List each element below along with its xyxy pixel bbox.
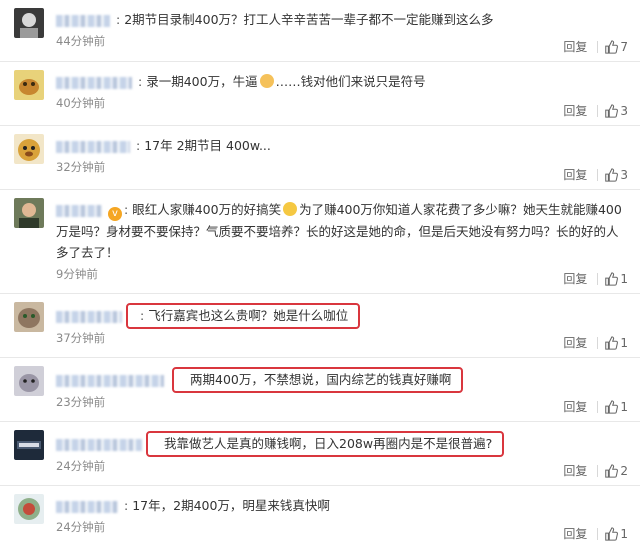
comment-time: 24分钟前 [56,520,106,534]
blurred-username[interactable] [56,438,142,451]
comment-time: 37分钟前 [56,331,106,345]
blurred-username[interactable] [56,76,132,89]
thumbs-up-emoji-icon [259,74,274,88]
divider [597,464,599,477]
reply-button[interactable]: 回复 [563,38,587,55]
reply-button[interactable]: 回复 [563,462,587,479]
comment-time: 40分钟前 [56,96,106,110]
blurred-username[interactable] [56,374,164,387]
divider [597,527,599,540]
comment-time: 23分钟前 [56,395,106,409]
comment-actions: 回复 2 [563,462,628,479]
reply-button[interactable]: 回复 [563,525,587,542]
like-count: 3 [620,103,628,118]
reply-button[interactable]: 回复 [563,102,587,119]
avatar[interactable] [14,134,44,164]
blurred-username[interactable] [56,500,118,513]
highlighted-comment: : 飞行嘉宾也这么贵啊？她是什么咖位 [126,303,361,329]
comment-actions: 回复 3 [563,166,628,183]
thumbs-up-icon[interactable] [604,103,619,118]
divider [597,40,599,53]
comment-item: :17年 2期节目 400w... 32分钟前 回复 3 [0,126,640,190]
comment-actions: 回复 3 [563,102,628,119]
highlighted-comment: 两期400万，不禁想说，国内综艺的钱真好赚啊 [172,367,464,393]
comment-list: :2期节目录制400万？打工人辛辛苦苦一辈子都不一定能赚到这么多 44分钟前 回… [0,0,640,560]
comment-text: 两期400万，不禁想说，国内综艺的钱真好赚啊 [190,372,452,387]
thumbs-up-icon[interactable] [604,335,619,350]
comment-text: ……钱对他们来说只是符号 [275,74,426,89]
comment-actions: 回复 1 [563,270,628,287]
like-count: 1 [620,335,628,350]
thumbs-up-icon[interactable] [604,526,619,541]
comment-actions: 回复 1 [563,334,628,351]
comment-text: 眼红人家赚400万的好搞笑 [132,202,282,217]
comment-item: : 录一期400万，牛逼 ……钱对他们来说只是符号 40分钟前 回复 3 [0,62,640,126]
avatar[interactable] [14,70,44,100]
comment-item: : 飞行嘉宾也这么贵啊？她是什么咖位 37分钟前 回复 1 [0,294,640,358]
divider [597,336,599,349]
blurred-username[interactable] [56,140,130,153]
avatar[interactable] [14,366,44,396]
comment-text: 录一期400万，牛逼 [146,74,258,89]
divider [597,272,599,285]
reply-button[interactable]: 回复 [563,166,587,183]
highlighted-comment: 我靠做艺人是真的赚钱啊，日入208w再圈内是不是很普遍? [146,431,505,457]
thumbs-up-icon[interactable] [604,167,619,182]
avatar[interactable] [14,8,44,38]
avatar[interactable] [14,430,44,460]
reply-button[interactable]: 回复 [563,270,587,287]
reply-button[interactable]: 回复 [563,398,587,415]
comment-actions: 回复 1 [563,398,628,415]
avatar[interactable] [14,302,44,332]
comment-item: 我靠做艺人是真的赚钱啊，日入208w再圈内是不是很普遍? 24分钟前 回复 2 [0,422,640,486]
blurred-username[interactable] [56,204,102,217]
comment-item: :17年，2期400万，明星来钱真快啊 24分钟前 回复 1 [0,486,640,548]
comment-text: 我靠做艺人是真的赚钱啊，日入208w再圈内是不是很普遍? [164,436,493,451]
comment-text: 17年，2期400万，明星来钱真快啊 [132,498,330,513]
divider [597,400,599,413]
like-count: 1 [620,271,628,286]
vip-badge-icon: v [108,207,122,221]
comment-text: 17年 2期节目 400w... [144,138,271,153]
reply-button[interactable]: 回复 [563,334,587,351]
comment-time: 9分钟前 [56,267,98,281]
comment-time: 44分钟前 [56,34,106,48]
comment-item: :2期节目录制400万？打工人辛辛苦苦一辈子都不一定能赚到这么多 44分钟前 回… [0,0,640,62]
thumbs-up-icon[interactable] [604,271,619,286]
blurred-username[interactable] [56,310,122,323]
thumbs-up-icon[interactable] [604,463,619,478]
comment-time: 32分钟前 [56,160,106,174]
like-count: 3 [620,167,628,182]
thumbs-up-icon[interactable] [604,399,619,414]
comment-item: 两期400万，不禁想说，国内综艺的钱真好赚啊 23分钟前 回复 1 [0,358,640,422]
like-count: 2 [620,463,628,478]
avatar[interactable] [14,494,44,524]
laughing-emoji-icon [283,202,298,216]
like-count: 7 [620,39,628,54]
divider [597,104,599,117]
avatar[interactable] [14,198,44,228]
comment-text: 2期节目录制400万？打工人辛辛苦苦一辈子都不一定能赚到这么多 [124,12,494,27]
divider [597,168,599,181]
comment-time: 24分钟前 [56,459,106,473]
thumbs-up-icon[interactable] [604,39,619,54]
comment-actions: 回复 7 [563,38,628,55]
like-count: 1 [620,526,628,541]
like-count: 1 [620,399,628,414]
comment-item: v: 眼红人家赚400万的好搞笑 为了赚400万你知道人家花费了多少嘛？她天生就能赚… [0,190,640,294]
comment-actions: 回复 1 [563,525,628,542]
blurred-username[interactable] [56,14,110,27]
comment-text: 飞行嘉宾也这么贵啊？她是什么咖位 [148,308,349,323]
